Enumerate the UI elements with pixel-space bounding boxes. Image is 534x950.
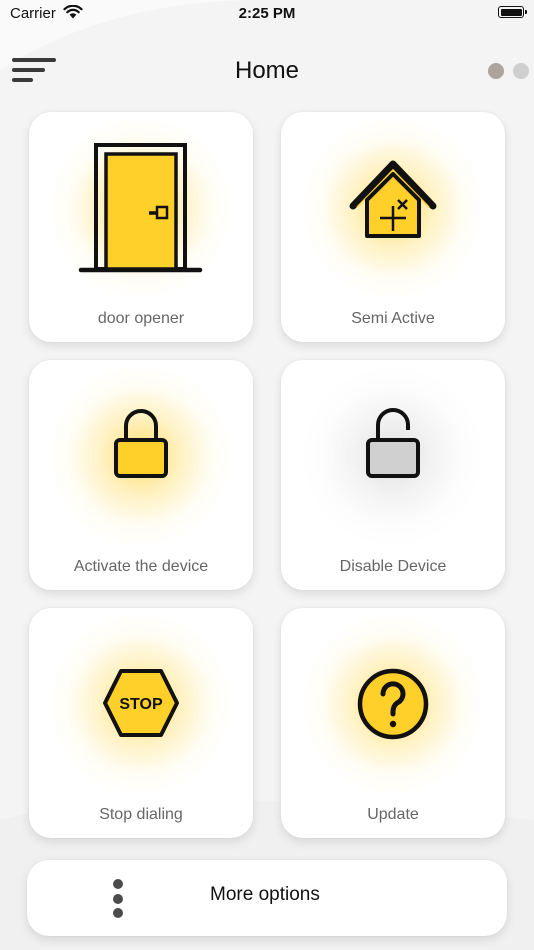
tile-label: door opener — [97, 310, 185, 327]
door-icon — [78, 143, 203, 273]
tile-label: Update — [367, 806, 419, 823]
tile-label: Disable Device — [339, 558, 447, 575]
disable-device-tile[interactable]: Disable Device — [281, 360, 505, 590]
lock-closed-icon — [114, 409, 168, 478]
door-opener-tile[interactable]: door opener — [29, 112, 253, 342]
page-dot-inactive[interactable] — [513, 63, 529, 79]
tile-label: Stop dialing — [99, 806, 183, 823]
battery-icon — [498, 6, 527, 18]
tile-label: Semi Active — [351, 310, 435, 327]
tile-label: Activate the device — [73, 558, 209, 575]
kebab-menu-icon — [111, 879, 125, 919]
page-indicator — [488, 63, 529, 79]
page-title: Home — [234, 57, 300, 84]
stop-sign-icon: STOP — [103, 669, 179, 737]
activate-device-tile[interactable]: Activate the device — [29, 360, 253, 590]
status-time: 2:25 PM — [238, 5, 296, 22]
status-bar: Carrier 2:25 PM — [0, 0, 534, 28]
more-options-label: More options — [210, 884, 320, 905]
semi-active-tile[interactable]: Semi Active — [281, 112, 505, 342]
stop-sign-text: STOP — [119, 696, 163, 713]
more-options-button[interactable]: More options — [27, 860, 507, 936]
lock-open-icon — [366, 408, 420, 478]
update-tile[interactable]: Update — [281, 608, 505, 838]
question-circle-icon — [357, 668, 429, 740]
page-dot-active[interactable] — [488, 63, 504, 79]
house-icon — [349, 160, 437, 238]
battery-level — [500, 8, 522, 16]
stop-dialing-tile[interactable]: STOP Stop dialing — [29, 608, 253, 838]
